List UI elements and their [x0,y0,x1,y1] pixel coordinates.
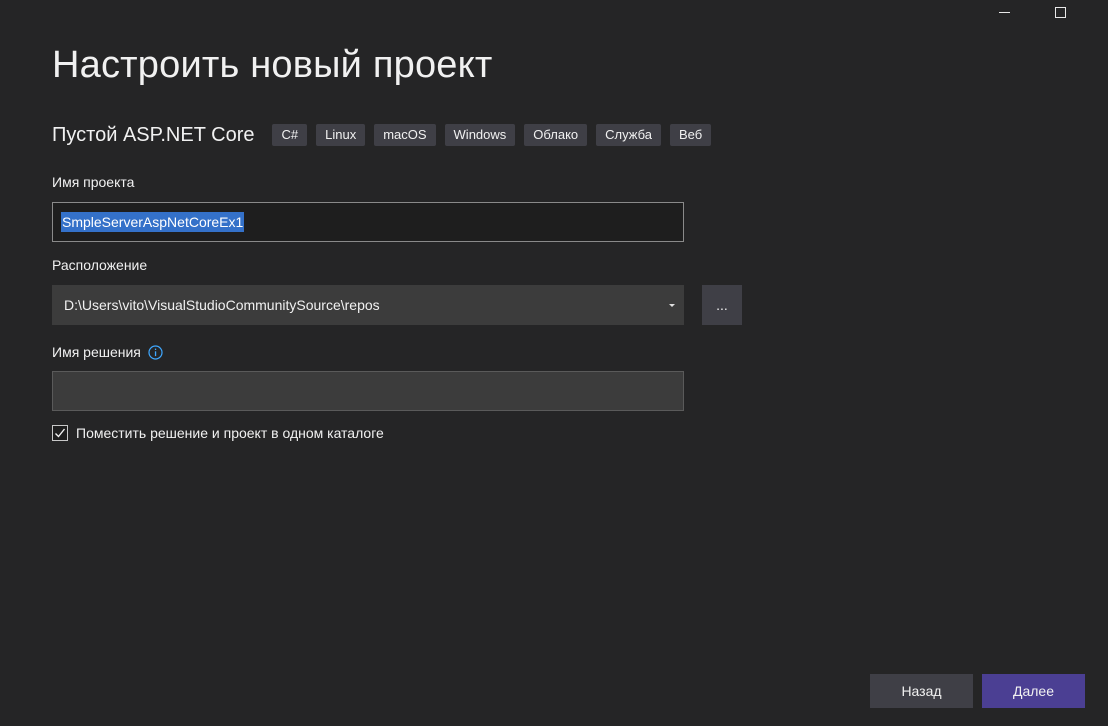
dropdown-arrow-icon[interactable] [661,303,683,307]
tag-service: Служба [596,124,661,146]
template-name: Пустой ASP.NET Core [52,123,255,146]
location-value: D:\Users\vito\VisualStudioCommunitySourc… [64,297,380,313]
location-combobox[interactable]: D:\Users\vito\VisualStudioCommunitySourc… [52,285,684,325]
location-label: Расположение [52,257,148,273]
configure-project-window: Настроить новый проект Пустой ASP.NET Co… [0,0,1108,726]
tag-macos: macOS [374,124,436,146]
project-name-label: Имя проекта [52,174,135,190]
solution-name-label-row: Имя решения [52,344,163,360]
same-directory-label: Поместить решение и проект в одном катал… [76,425,384,441]
solution-name-input[interactable] [52,371,684,411]
same-directory-option[interactable]: Поместить решение и проект в одном катал… [52,425,384,441]
minimize-icon [998,12,1010,13]
next-button[interactable]: Далее [982,674,1085,708]
project-name-input[interactable]: SmpleServerAspNetCoreEx1 [52,202,684,242]
tag-linux: Linux [316,124,366,146]
tag-cloud: Облако [524,124,588,146]
info-icon[interactable] [148,344,163,360]
maximize-button[interactable] [1032,0,1088,28]
maximize-icon [1054,7,1066,18]
checkmark-icon [55,428,66,438]
browse-button[interactable]: ... [702,285,742,325]
same-directory-checkbox[interactable] [52,425,68,441]
tag-web: Веб [669,124,712,146]
tag-windows: Windows [444,124,516,146]
page-title: Настроить новый проект [52,44,493,86]
tag-csharp: C# [272,124,308,146]
template-tags: C# Linux macOS Windows Облако Служба Веб [272,124,712,146]
back-button[interactable]: Назад [870,674,973,708]
template-header: Пустой ASP.NET Core C# Linux macOS Windo… [52,122,712,148]
solution-name-label: Имя решения [52,344,141,360]
minimize-button[interactable] [976,0,1032,28]
project-name-value: SmpleServerAspNetCoreEx1 [61,212,245,232]
